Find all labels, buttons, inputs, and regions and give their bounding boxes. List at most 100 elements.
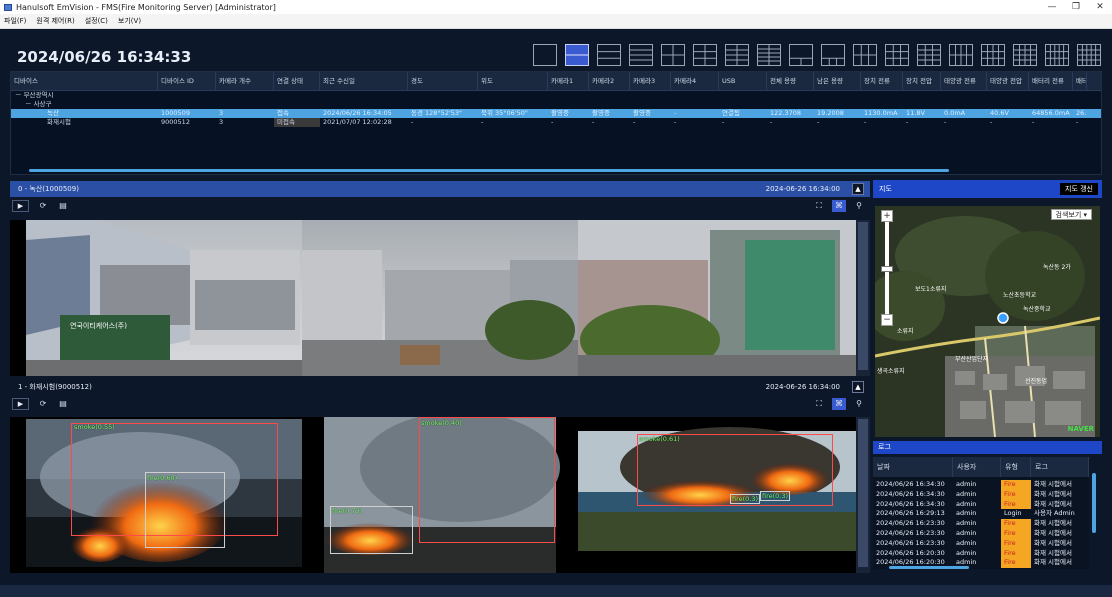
device-column-header[interactable]: 장치 전압 [903, 71, 941, 91]
minimize-button[interactable]: — [1040, 0, 1064, 14]
tree-node-busan[interactable]: － 부산광역시 [11, 91, 1101, 100]
menu-view[interactable]: 보기(V) [118, 16, 141, 26]
layout-grid-button[interactable] [789, 44, 813, 66]
device-cell: - [1032, 118, 1035, 126]
layout-grid-button[interactable] [533, 44, 557, 66]
device-column-header[interactable]: 디바이스 ID [158, 71, 216, 91]
layout-grid-button[interactable] [757, 44, 781, 66]
document-icon[interactable]: ▤ [56, 200, 70, 212]
log-row[interactable]: 2024/06/26 16:23:30 admin Fire 화재 시험에서 [873, 538, 1089, 549]
device-column-header[interactable]: 전체 용량 [767, 71, 814, 91]
device-column-header[interactable]: 태양광 전압 [987, 71, 1029, 91]
detect-toggle-icon[interactable]: ⌘ [832, 200, 846, 212]
log-row[interactable]: 2024/06/26 16:34:30 admin Fire 화재 시험에서 [873, 480, 1089, 490]
panel-0-collapse-button[interactable]: ▲ [852, 183, 864, 195]
device-column-header[interactable]: 카메라2 [589, 71, 630, 91]
layout-grid-button[interactable] [1045, 44, 1069, 66]
layout-grid-button[interactable] [1013, 44, 1037, 66]
map-place-label: 부산산업단지 [955, 356, 989, 363]
log-cell: admin [956, 528, 977, 537]
fullscreen-icon[interactable]: ⛶ [812, 398, 826, 410]
device-column-header[interactable]: 카메라3 [630, 71, 671, 91]
layout-grid-button[interactable] [629, 44, 653, 66]
layout-grid-button[interactable] [565, 44, 589, 66]
log-column-header[interactable]: 유형 [1001, 457, 1031, 477]
map-view-dropdown[interactable]: 검색보기 ▾ [1050, 209, 1092, 220]
log-row[interactable]: 2024/06/26 16:34:30 admin Fire 화재 시험에서 [873, 489, 1089, 500]
log-cell: 화재 시험에서 [1034, 499, 1072, 508]
log-row[interactable]: 2024/06/26 16:29:13 admin Login 사용자 Admin [873, 509, 1089, 519]
maximize-button[interactable]: ❐ [1064, 0, 1088, 14]
log-cell: 2024/06/26 16:34:30 [876, 489, 945, 498]
zoom-out-button[interactable]: − [881, 314, 893, 326]
map-view[interactable]: 노산초등학교 녹산중학교 녹산동 2가 소류지 부산산업단지 생곡소류지 선진동… [875, 206, 1100, 437]
map-refresh-button[interactable]: 지도 갱신 [1060, 183, 1098, 195]
device-column-header[interactable]: 장치 전류 [861, 71, 903, 91]
log-cell: 화재 시험에서 [1034, 480, 1072, 488]
search-icon[interactable]: ⚲ [852, 398, 866, 410]
device-row[interactable]: 화재시험 9000512 3 미접속 2021/07/07 12:02:28 - - - - - -… [11, 118, 1101, 127]
layout-grid-button[interactable] [661, 44, 685, 66]
log-vscroll[interactable] [1092, 473, 1096, 533]
device-column-header[interactable]: 최근 수신일 [320, 71, 408, 91]
device-column-header[interactable]: 카메라4 [671, 71, 719, 91]
tree-node-sasang[interactable]: － 사상구 [11, 100, 1101, 109]
panel-1-collapse-button[interactable]: ▲ [852, 381, 864, 393]
fullscreen-icon[interactable]: ⛶ [812, 200, 826, 212]
layout-grid-button[interactable] [821, 44, 845, 66]
device-column-header[interactable]: 경도 [408, 71, 478, 91]
camera-feed-1: 연국이티케어스(주) [26, 220, 302, 376]
play-icon[interactable]: ▶ [12, 200, 29, 212]
device-cell: 연결됨 [722, 109, 740, 117]
device-column-header[interactable]: 디바이스 [11, 71, 158, 91]
refresh-icon[interactable]: ⟳ [36, 200, 50, 212]
log-column-header[interactable]: 사용자 [953, 457, 1001, 477]
refresh-icon[interactable]: ⟳ [36, 398, 50, 410]
menu-settings[interactable]: 설정(C) [85, 16, 108, 26]
panel-0-vscroll[interactable] [856, 220, 870, 376]
detect-toggle-icon[interactable]: ⌘ [832, 398, 846, 410]
panel-0-video: 연국이티케어스(주) [10, 220, 870, 376]
device-cell: 미접속 [274, 118, 320, 127]
device-table-hscroll[interactable] [29, 169, 949, 172]
layout-grid-button[interactable] [725, 44, 749, 66]
device-column-header[interactable]: 남은 용량 [814, 71, 861, 91]
layout-grid-button[interactable] [853, 44, 877, 66]
device-column-header[interactable]: 연결 상태 [274, 71, 320, 91]
document-icon[interactable]: ▤ [56, 398, 70, 410]
device-column-header[interactable]: USB [719, 71, 767, 91]
play-icon[interactable]: ▶ [12, 398, 29, 410]
device-column-header[interactable]: 위도 [478, 71, 548, 91]
device-row[interactable]: 녹산 1000509 3 접속 2024/06/26 16:34:05 동경 128°52… [11, 109, 1101, 118]
zoom-in-button[interactable]: + [881, 210, 893, 222]
device-cell: 3 [219, 109, 224, 117]
device-cell: - [817, 118, 820, 126]
log-row[interactable]: 2024/06/26 16:20:30 admin Fire 화재 시험에서 [873, 548, 1089, 559]
layout-grid-button[interactable] [917, 44, 941, 66]
zoom-slider[interactable] [881, 222, 893, 314]
device-column-header[interactable]: 카메라1 [548, 71, 589, 91]
menu-remote[interactable]: 원격 제어(R) [36, 16, 74, 26]
device-column-header[interactable]: 배터 [1073, 71, 1087, 91]
map-place-label: 보도1소류지 [915, 286, 947, 293]
panel-1-vscroll[interactable] [856, 417, 870, 573]
log-row[interactable]: 2024/06/26 16:23:30 admin Fire 화재 시험에서 [873, 519, 1089, 529]
device-column-header[interactable]: 태양광 전류 [941, 71, 987, 91]
layout-grid-button[interactable] [693, 44, 717, 66]
log-hscroll[interactable] [889, 566, 969, 569]
zoom-slider-handle[interactable] [881, 266, 893, 272]
log-row[interactable]: 2024/06/26 16:34:30 admin Fire 화재 시험에서 [873, 499, 1089, 510]
device-column-header[interactable]: 카메라 개수 [216, 71, 274, 91]
layout-grid-button[interactable] [885, 44, 909, 66]
search-icon[interactable]: ⚲ [852, 200, 866, 212]
layout-grid-button[interactable] [597, 44, 621, 66]
menu-file[interactable]: 파일(F) [4, 16, 26, 26]
log-column-header[interactable]: 날짜 [873, 457, 953, 477]
log-row[interactable]: 2024/06/26 16:23:30 admin Fire 화재 시험에서 [873, 528, 1089, 539]
layout-grid-button[interactable] [981, 44, 1005, 66]
log-column-header[interactable]: 로그 [1031, 457, 1089, 477]
close-button[interactable]: ✕ [1088, 0, 1112, 14]
device-column-header[interactable]: 배터리 전류 [1029, 71, 1073, 91]
layout-grid-button[interactable] [949, 44, 973, 66]
layout-grid-button[interactable] [1077, 44, 1101, 66]
